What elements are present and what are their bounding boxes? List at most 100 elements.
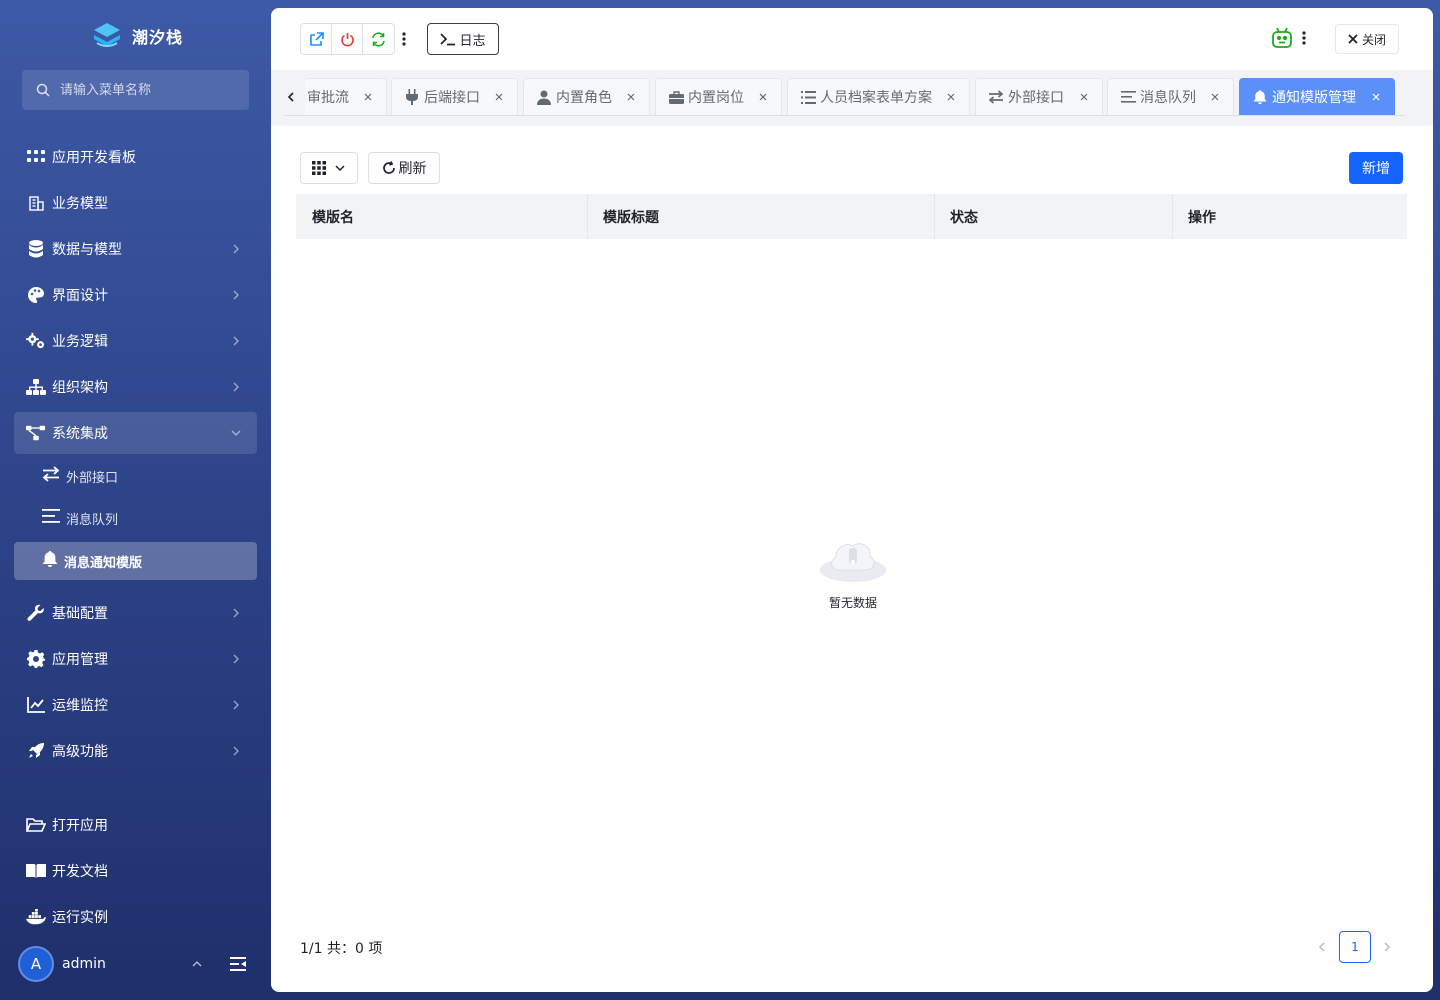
tab-external-api[interactable]: 外部接口 [975,78,1103,116]
menu-item-data-model[interactable]: 数据与模型 [14,228,257,270]
swap-arrows-icon [988,89,1004,105]
submenu-item-label: 消息通知模版 [64,555,143,571]
power-icon [340,32,354,46]
submenu-item-message-queue[interactable]: 消息队列 [14,499,257,537]
close-button-label: 关闭 [1361,32,1386,47]
robot-assistant-icon[interactable] [1270,26,1294,50]
tab-bar: 审批流 后端接口 内置角色 内置岗位 人员档案表单方案 外部接口 消息队列 通知… [271,70,1433,126]
tab-bar-divider [285,115,1405,116]
menu-item-basic-config[interactable]: 基础配置 [14,592,257,634]
empty-text: 暂无数据 [828,596,877,610]
tab-personnel-form-scheme[interactable]: 人员档案表单方案 [787,78,970,116]
column-header-status[interactable]: 状态 [934,194,1172,239]
app-logo[interactable]: 潮汐栈 [92,20,183,52]
menu-item-org[interactable]: 组织架构 [14,366,257,408]
menu-item-label: 应用开发看板 [52,150,136,166]
assistant-more-button[interactable] [1296,29,1312,47]
content-area: 刷新 新增 模版名 模版标题 状态 操作 暂无数据 1/1 共：0 项 1 [283,128,1421,978]
app-action-group [300,23,395,55]
column-header-template-name[interactable]: 模版名 [296,194,587,239]
tab-close-icon[interactable] [362,91,374,103]
menu-item-label: 应用管理 [52,652,108,668]
chevron-right-icon [233,244,239,254]
add-button[interactable]: 新增 [1349,152,1403,184]
submenu-item-notification-template[interactable]: 消息通知模版 [14,542,257,580]
open-external-button[interactable] [301,24,332,54]
tab-close-icon[interactable] [1370,91,1382,103]
bell-icon [1252,89,1268,105]
column-header-template-title[interactable]: 模版标题 [587,194,934,239]
bell-icon [42,550,58,572]
menu-item-label: 数据与模型 [52,242,122,258]
menu-item-dashboard[interactable]: 应用开发看板 [14,136,257,178]
menu-search-input[interactable] [60,82,240,98]
username: admin [62,956,106,972]
collapse-sidebar-icon[interactable] [228,954,248,974]
menu-item-ui-design[interactable]: 界面设计 [14,274,257,316]
chevron-down-icon [231,430,241,436]
tab-builtin-roles[interactable]: 内置角色 [523,78,650,116]
tab-scroll-left-icon[interactable] [285,90,297,104]
tab-label: 消息队列 [1140,90,1196,106]
close-button[interactable]: 关闭 [1335,24,1399,54]
submenu-item-external-api[interactable]: 外部接口 [14,457,257,495]
page-number-button[interactable]: 1 [1339,931,1371,963]
menu-item-business-model[interactable]: 业务模型 [14,182,257,224]
menu-item-open-app[interactable]: 打开应用 [14,804,257,846]
menu-item-business-logic[interactable]: 业务逻辑 [14,320,257,362]
tab-close-icon[interactable] [1209,91,1221,103]
list-icon [800,89,816,105]
chevron-left-icon[interactable] [1317,940,1327,954]
menu-search[interactable] [22,70,249,110]
menu-item-ops-monitor[interactable]: 运维监控 [14,684,257,726]
more-actions-button[interactable] [395,30,413,48]
tab-approval-flow[interactable]: 审批流 [305,78,387,116]
tab-close-icon[interactable] [757,91,769,103]
menu-item-advanced[interactable]: 高级功能 [14,730,257,772]
avatar[interactable]: A [18,946,54,982]
tab-notification-template[interactable]: 通知模版管理 [1239,78,1395,116]
log-button[interactable]: 日志 [427,23,499,55]
power-button[interactable] [332,24,363,54]
tab-message-queue[interactable]: 消息队列 [1107,78,1234,116]
chevron-right-icon [233,608,239,618]
book-icon [26,861,46,881]
menu-item-app-management[interactable]: 应用管理 [14,638,257,680]
plug-icon [404,89,420,105]
tab-label: 外部接口 [1008,90,1064,106]
reload-app-button[interactable] [363,24,394,54]
tab-backend-api[interactable]: 后端接口 [391,78,518,116]
column-settings-button[interactable] [300,152,358,184]
wrench-icon [26,603,46,623]
menu-item-run-instance[interactable]: 运行实例 [14,896,257,938]
tab-close-icon[interactable] [493,91,505,103]
rocket-icon [26,741,46,761]
chevron-right-icon [233,290,239,300]
tab-close-icon[interactable] [625,91,637,103]
external-link-icon [309,31,324,46]
terminal-icon [440,33,456,46]
chevron-right-icon [233,746,239,756]
chevron-right-icon[interactable] [1382,940,1392,954]
tab-builtin-posts[interactable]: 内置岗位 [655,78,782,116]
chevron-right-icon [233,336,239,346]
tab-close-icon[interactable] [945,91,957,103]
tab-label: 内置岗位 [688,90,744,106]
menu-item-label: 系统集成 [52,426,108,442]
list-lines-icon [42,509,60,527]
tab-close-icon[interactable] [1078,91,1090,103]
column-header-actions[interactable]: 操作 [1172,194,1407,239]
menu-item-label: 业务逻辑 [52,334,108,350]
tab-label: 审批流 [307,90,349,106]
chevron-down-icon [335,165,345,172]
user-bar[interactable]: A admin [18,946,258,982]
menu-item-system-integration[interactable]: 系统集成 [14,412,257,454]
menu-item-label: 开发文档 [52,864,108,880]
briefcase-icon [668,89,684,105]
org-chart-icon [26,377,46,397]
tab-label: 后端接口 [424,90,480,106]
chevron-up-icon[interactable] [190,957,204,971]
menu-item-dev-docs[interactable]: 开发文档 [14,850,257,892]
refresh-button[interactable]: 刷新 [368,152,440,184]
table-header: 模版名 模版标题 状态 操作 [296,194,1407,239]
